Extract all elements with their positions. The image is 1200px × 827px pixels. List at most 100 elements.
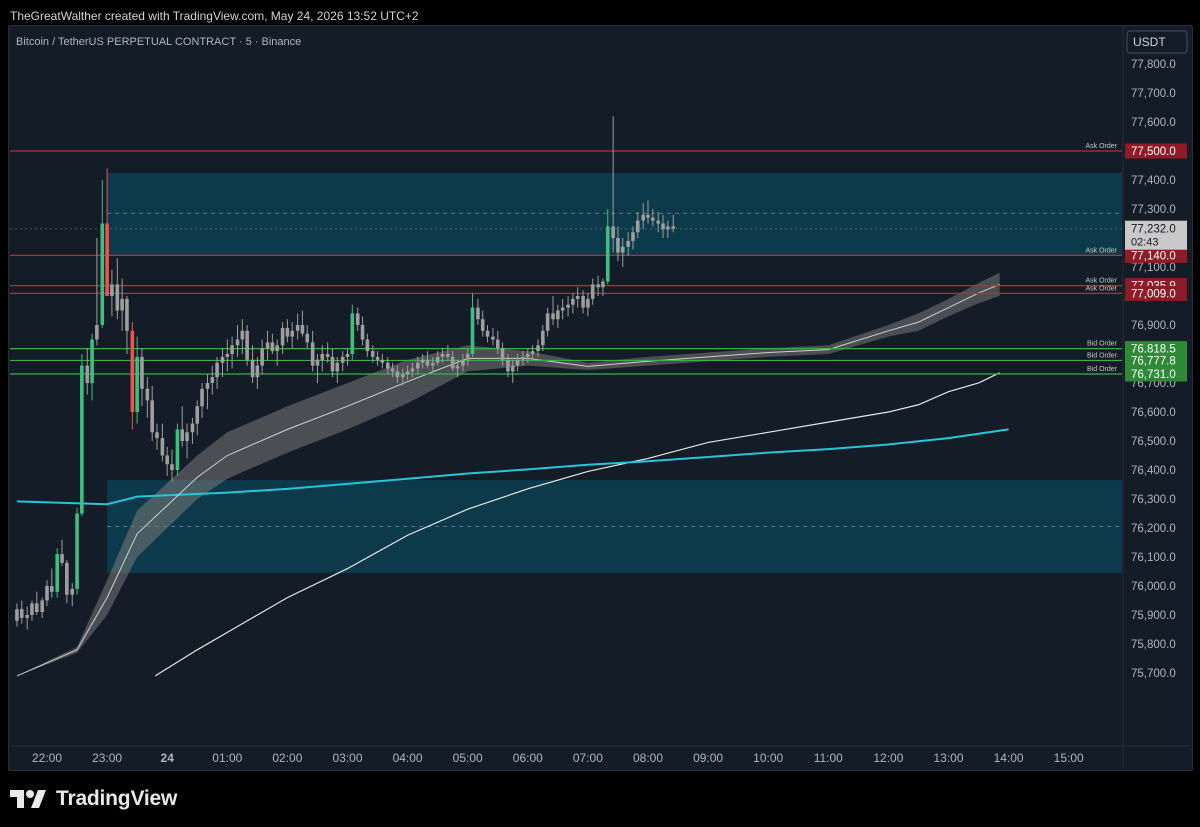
candle[interactable]	[571, 293, 575, 314]
candle[interactable]	[210, 365, 215, 395]
candle[interactable]	[345, 348, 350, 366]
candle[interactable]	[19, 600, 24, 624]
candle[interactable]	[305, 325, 310, 349]
candle[interactable]	[575, 287, 580, 308]
candle[interactable]	[255, 356, 260, 389]
candle[interactable]	[100, 180, 105, 328]
candle[interactable]	[85, 348, 90, 395]
candle-body	[590, 284, 595, 299]
currency-label[interactable]: USDT	[1133, 35, 1166, 49]
candle[interactable]	[295, 313, 300, 340]
candle[interactable]	[190, 417, 195, 444]
candle[interactable]	[590, 278, 595, 305]
candle[interactable]	[340, 351, 345, 372]
candle[interactable]	[15, 603, 19, 627]
candle[interactable]	[200, 383, 204, 418]
candle[interactable]	[170, 449, 174, 482]
candle[interactable]	[165, 446, 169, 476]
candle[interactable]	[95, 238, 99, 346]
candle[interactable]	[491, 327, 495, 346]
candle[interactable]	[235, 325, 240, 357]
candle[interactable]	[90, 333, 94, 401]
candle[interactable]	[290, 322, 295, 349]
symbol-title[interactable]: Bitcoin / TetherUS PERPETUAL CONTRACT · …	[16, 36, 301, 48]
ask-price-badge-4[interactable]: 77,009.0	[1125, 285, 1187, 301]
bid-price-badge-7[interactable]: 76,731.0	[1125, 366, 1187, 382]
candle[interactable]	[360, 316, 365, 346]
candle[interactable]	[355, 307, 360, 331]
candle[interactable]	[480, 310, 485, 337]
candle[interactable]	[110, 269, 114, 317]
candle[interactable]	[145, 377, 150, 418]
candle[interactable]	[195, 400, 200, 436]
candle[interactable]	[476, 298, 480, 325]
candle[interactable]	[115, 258, 120, 320]
candle[interactable]	[560, 298, 565, 320]
candle[interactable]	[135, 336, 139, 424]
ask-price-badge-2[interactable]: 77,140.0	[1125, 247, 1187, 263]
candle-body	[385, 362, 390, 369]
x-tick-label: 10:00	[753, 751, 783, 765]
candle[interactable]	[260, 339, 264, 375]
candle[interactable]	[285, 319, 290, 343]
candle[interactable]	[150, 385, 154, 441]
candle[interactable]	[470, 293, 475, 357]
candle[interactable]	[40, 597, 44, 618]
candle[interactable]	[245, 325, 249, 366]
candle[interactable]	[180, 406, 185, 447]
candle[interactable]	[325, 342, 330, 363]
candle[interactable]	[125, 296, 129, 354]
y-tick-label: 76,500.0	[1131, 436, 1176, 448]
candle[interactable]	[60, 539, 64, 566]
candle[interactable]	[556, 304, 560, 328]
candle[interactable]	[265, 330, 270, 360]
candle[interactable]	[55, 548, 60, 598]
ask-price-badge-1[interactable]: 77,500.0	[1125, 143, 1187, 159]
candle[interactable]	[485, 325, 490, 343]
candle[interactable]	[541, 325, 545, 352]
candle[interactable]	[70, 583, 75, 607]
candle[interactable]	[566, 296, 570, 317]
candle[interactable]	[310, 330, 315, 372]
candle[interactable]	[330, 348, 335, 378]
candle[interactable]	[50, 568, 54, 598]
candle[interactable]	[220, 348, 225, 378]
candle[interactable]	[25, 606, 29, 630]
currency-selector[interactable]: USDT	[1126, 30, 1188, 54]
plot-area[interactable]	[10, 116, 1122, 677]
candle[interactable]	[75, 507, 79, 595]
candle[interactable]	[275, 339, 279, 366]
candle[interactable]	[230, 336, 234, 369]
candle[interactable]	[545, 307, 550, 337]
candle[interactable]	[225, 339, 230, 372]
candle[interactable]	[185, 423, 189, 459]
candle[interactable]	[175, 423, 180, 476]
candle[interactable]	[120, 278, 124, 331]
candle[interactable]	[45, 580, 49, 607]
candle[interactable]	[380, 354, 385, 369]
candle[interactable]	[315, 354, 320, 383]
candle[interactable]	[65, 559, 69, 604]
candle[interactable]	[130, 322, 135, 430]
candle[interactable]	[155, 423, 159, 450]
candle[interactable]	[365, 333, 370, 357]
candle[interactable]	[270, 333, 275, 354]
candle[interactable]	[215, 356, 219, 389]
candle[interactable]	[300, 310, 305, 337]
candle[interactable]	[250, 345, 255, 383]
candle[interactable]	[160, 423, 165, 462]
candle[interactable]	[350, 304, 355, 360]
candle[interactable]	[140, 348, 144, 407]
candle[interactable]	[551, 296, 555, 325]
candle[interactable]	[34, 591, 39, 615]
candle[interactable]	[375, 351, 380, 366]
candle[interactable]	[205, 374, 210, 410]
price-chart[interactable]: Ask OrderAsk OrderAsk OrderAsk OrderBid …	[0, 0, 1200, 827]
candle-body	[80, 365, 84, 514]
candle[interactable]	[30, 600, 34, 621]
candle[interactable]	[586, 293, 590, 317]
candle[interactable]	[80, 354, 84, 517]
candle-body	[506, 359, 510, 372]
bid-price-badge-6[interactable]: 76,777.8	[1125, 352, 1187, 368]
y-tick-label: 76,900.0	[1131, 320, 1176, 332]
